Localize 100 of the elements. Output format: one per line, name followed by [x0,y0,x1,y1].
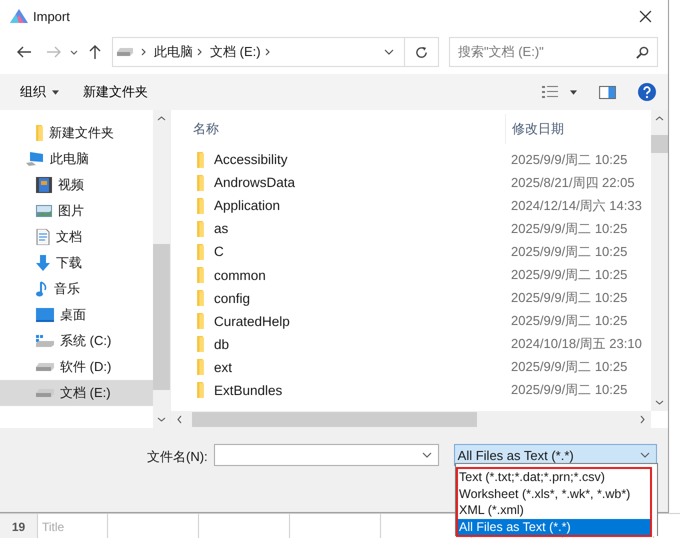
breadcrumb-item[interactable]: 文档 (E:) [210,43,261,61]
dropdown-option[interactable]: XML (*.xml) [458,502,650,518]
file-name[interactable]: config [214,290,250,306]
search-icon [636,46,649,58]
file-name[interactable]: common [214,268,266,283]
sidebar-item[interactable]: 音乐 [0,276,153,302]
help-icon[interactable] [638,83,656,101]
file-name[interactable]: Application [214,198,280,214]
sidebar-item[interactable]: 此电脑 [0,146,153,172]
file-name[interactable]: C [214,244,224,260]
folder-icon [197,267,204,284]
row-number: 19 [0,514,38,538]
desktop-icon [36,308,54,322]
modified-date: 2025/9/9/周二 10:25 [511,312,628,330]
dropdown-arrow-icon[interactable] [570,90,577,94]
folder-icon [197,198,204,214]
address-bar[interactable]: 此电脑 文档 (E:) [112,37,439,67]
scroll-down-icon[interactable] [157,417,166,422]
modified-date: 2025/9/9/周二 10:25 [511,266,628,284]
folder-icon [197,382,204,398]
chevron-down-icon [640,452,650,458]
modified-date: 2024/12/14/周六 14:33 [511,196,642,215]
back-arrow-icon[interactable] [16,45,32,59]
scroll-up-icon[interactable] [157,116,166,121]
vertical-scrollbar[interactable] [651,110,668,411]
file-name[interactable]: Accessibility [214,152,288,168]
horizontal-scrollbar[interactable] [171,411,651,428]
scroll-down-icon[interactable] [655,400,664,405]
folder-icon [197,220,204,237]
column-header[interactable]: 名称 [193,120,505,138]
scroll-thumb[interactable] [153,244,170,390]
computer-icon [26,151,44,167]
sidebar-item[interactable]: 下载 [0,250,153,276]
down-arrow-icon [36,255,50,271]
folder-icon [197,174,204,191]
sidebar-item[interactable]: 图片 [0,198,153,224]
chevron-right-icon [141,48,146,56]
modified-date: 2025/9/9/周二 10:25 [511,381,628,400]
scroll-right-icon[interactable] [640,415,645,424]
modified-date: 2025/9/9/周二 10:25 [511,242,628,261]
chevron-down-icon[interactable] [384,49,394,55]
scroll-up-icon[interactable] [655,116,664,121]
dropdown-option[interactable]: Text (*.txt;*.dat;*.prn;*.csv) [458,469,650,486]
modified-date: 2025/9/9/周二 10:25 [511,289,628,308]
refresh-icon [415,46,428,58]
folder-icon [197,152,204,168]
chevron-down-icon [422,452,432,458]
sidebar-item[interactable]: 桌面 [0,302,153,328]
sidebar-item[interactable]: 新建文件夹 [0,120,153,146]
search-field[interactable]: 搜索"文档 (E:)" [449,37,658,67]
document-icon [36,229,50,245]
folder-icon [197,244,204,260]
modified-date: 2025/8/21/周四 22:05 [511,174,635,192]
close-icon [638,10,652,22]
file-name-field[interactable] [214,444,439,466]
drive-icon [117,48,133,56]
folder-icon [197,336,204,352]
scroll-thumb[interactable] [651,135,668,153]
system-drive-icon [36,335,54,347]
column-header[interactable]: 修改日期 [505,114,564,144]
file-name[interactable]: AndrowsData [214,175,296,190]
dropdown-option[interactable]: All Files as Text (*.*) [458,518,650,535]
file-name[interactable]: ext [214,360,232,375]
app-logo-icon [10,9,28,23]
drive-icon [36,363,54,371]
preview-pane-icon[interactable] [599,86,616,98]
sidebar-item[interactable]: 文档 [0,224,153,250]
sidebar-item[interactable]: 软件 (D:) [0,354,153,380]
chevron-right-icon [197,48,202,56]
modified-date: 2025/9/9/周二 10:25 [511,358,628,376]
file-name[interactable]: as [214,221,228,236]
view-list-icon[interactable] [542,85,558,99]
folder-icon [197,290,204,306]
file-name-label: 文件名(N): [147,448,208,466]
organize-button[interactable]: 组织 [10,79,69,105]
caret-icon [52,90,59,94]
modified-date: 2024/10/18/周五 23:10 [511,335,642,354]
search-placeholder: 搜索"文档 (E:)" [458,43,545,61]
scroll-left-icon[interactable] [177,415,182,424]
scroll-thumb[interactable] [192,412,477,427]
folder-icon [36,125,43,141]
file-name[interactable]: db [214,336,230,352]
drive-icon [36,389,54,397]
sheet-cell: Title [38,514,108,538]
music-note-icon [36,281,48,297]
up-arrow-icon[interactable] [88,44,102,60]
new-folder-button[interactable]: 新建文件夹 [73,79,158,105]
sidebar-item[interactable]: 视频 [0,172,153,198]
chevron-right-icon [264,48,270,56]
dropdown-option[interactable]: Worksheet (*.xls*, *.wk*, *.wb*) [458,486,650,502]
picture-icon [36,204,52,218]
breadcrumb-item[interactable]: 此电脑 [154,43,193,61]
folder-icon [197,313,204,330]
file-name[interactable]: ExtBundles [214,382,282,398]
folder-icon [197,359,204,376]
chevron-down-icon[interactable] [70,50,78,54]
sidebar-item[interactable]: 系统 (C:) [0,328,153,354]
modified-date: 2025/9/9/周二 10:25 [511,220,628,238]
file-name[interactable]: CuratedHelp [214,314,290,329]
sidebar-item[interactable]: 文档 (E:) [0,380,153,406]
